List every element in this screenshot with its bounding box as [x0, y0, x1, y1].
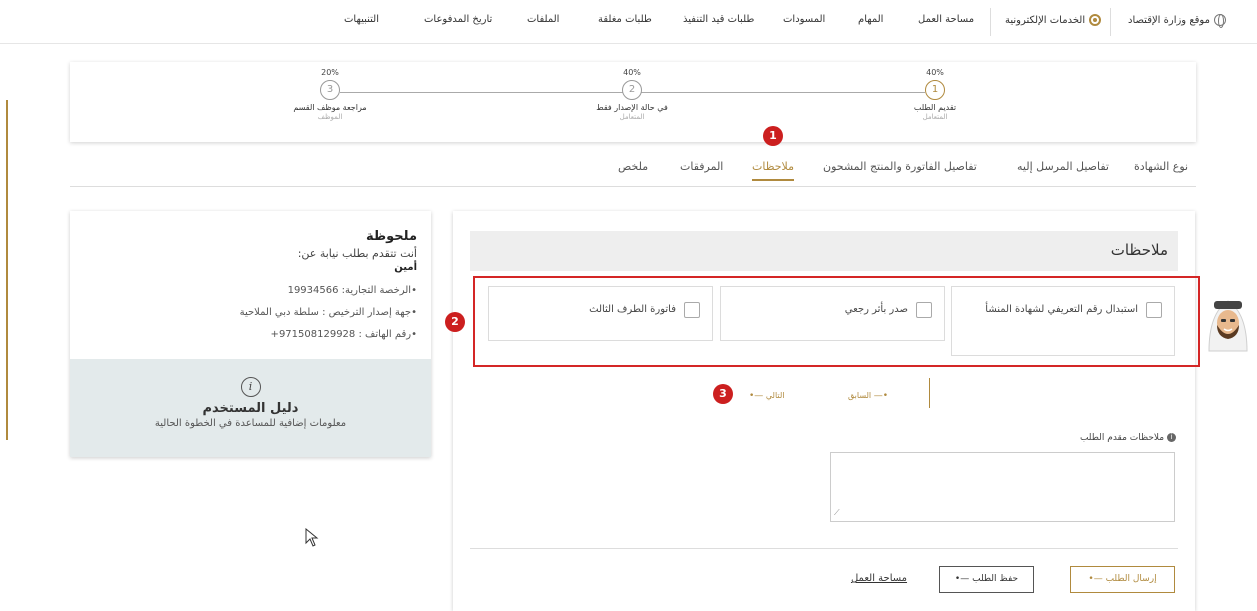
step-percent: 20% — [321, 68, 339, 77]
user-guide-desc: معلومات إضافية للمساعدة في الخطوة الحالي… — [154, 418, 347, 429]
step-role: المتعامل — [619, 113, 645, 121]
note-license-text: الرخصة التجارية: 19934566 — [287, 285, 412, 296]
user-guide-title: دليل المستخدم — [202, 401, 299, 416]
eservices-label: الخدمات الإلكترونية — [1005, 15, 1086, 26]
option-label: استبدال رقم التعريفي لشهادة المنشأ — [985, 304, 1138, 315]
assistant-avatar[interactable] — [1203, 293, 1253, 353]
mouse-cursor-icon — [305, 528, 319, 547]
option-replace-origin-id[interactable]: استبدال رقم التعريفي لشهادة المنشأ — [951, 286, 1175, 356]
send-label: إرسال الطلب — [1105, 574, 1157, 584]
tab-certificate-type[interactable]: نوع الشهادة — [1134, 160, 1188, 173]
notes-panel: ملاحظات استبدال رقم التعريفي لشهادة المن… — [453, 211, 1200, 611]
arrow-left-icon: —• — [749, 391, 764, 401]
option-label: فاتورة الطرف الثالث — [589, 304, 676, 315]
note-authority: •جهة إصدار الترخيص : سلطة دبي الملاحية — [239, 307, 417, 318]
next-button[interactable]: التالي —• — [749, 391, 784, 401]
note-card: ملحوظة أنت تتقدم بطلب نيابة عن: أمين •ال… — [70, 211, 431, 457]
step-name: في حالة الإصدار فقط — [596, 103, 668, 112]
step-name: تقديم الطلب — [913, 103, 957, 112]
step-name: مراجعة موظف القسم — [293, 103, 367, 112]
nav-closed[interactable]: طلبات مغلقة — [598, 14, 652, 25]
callout-marker-1: 1 — [763, 126, 783, 146]
tab-consignee-details[interactable]: تفاصيل المرسل إليه — [1017, 160, 1109, 173]
panel-title: ملاحظات — [1110, 241, 1168, 259]
nav-in-progress[interactable]: طلبات قيد التنفيذ — [683, 14, 754, 25]
note-license: •الرخصة التجارية: 19934566 — [287, 285, 417, 296]
resize-grip-icon[interactable]: ⟋ — [834, 508, 840, 518]
arrow-right-icon: •— — [873, 391, 888, 401]
top-navigation: موقع وزارة الإقتصاد الخدمات الإلكترونية … — [0, 0, 1257, 44]
note-phone-text: رقم الهاتف : 971508129928+ — [270, 329, 412, 340]
prev-button[interactable]: •— السابق — [848, 391, 888, 401]
save-label: حفظ الطلب — [972, 574, 1019, 584]
step-percent: 40% — [623, 68, 641, 77]
step-2: 40% 2 في حالة الإصدار فقط المتعامل — [572, 68, 692, 121]
nav-separator — [929, 378, 930, 408]
ministry-site-link[interactable]: موقع وزارة الإقتصاد — [1128, 14, 1226, 28]
nav-notifications[interactable]: التنبيهات — [344, 14, 379, 25]
nav-divider — [990, 8, 991, 36]
prev-label: السابق — [848, 391, 872, 400]
step-role: الموظف — [317, 113, 343, 121]
callout-marker-2: 2 — [445, 312, 465, 332]
step-number: 1 — [925, 80, 945, 100]
applicant-notes-textarea[interactable]: ⟋ — [830, 452, 1175, 522]
nav-files[interactable]: الملفات — [527, 14, 559, 25]
checkbox[interactable] — [916, 302, 932, 318]
note-applicant-name: أمين — [394, 262, 417, 273]
note-phone: •رقم الهاتف : 971508129928+ — [270, 329, 417, 340]
nav-payment-history[interactable]: تاريخ المدفوعات — [424, 14, 492, 25]
tab-notes[interactable]: ملاحظات — [752, 160, 794, 181]
arrow-icon: —• — [954, 574, 970, 584]
callout-marker-3: 3 — [713, 384, 733, 404]
globe-icon — [1213, 14, 1226, 28]
eservices-link[interactable]: الخدمات الإلكترونية — [1005, 14, 1102, 26]
checkbox[interactable] — [1146, 302, 1162, 318]
step-number: 3 — [320, 80, 340, 100]
info-icon: i — [240, 377, 261, 397]
user-guide[interactable]: i دليل المستخدم معلومات إضافية للمساعدة … — [70, 359, 431, 457]
workspace-link[interactable]: مساحة العمل — [849, 566, 909, 593]
step-1: 40% 1 تقديم الطلب المتعامل — [875, 68, 995, 121]
step-role: المتعامل — [922, 113, 948, 121]
note-on-behalf: أنت تتقدم بطلب نيابة عن: — [297, 247, 417, 260]
info-icon: i — [1167, 433, 1176, 442]
option-label: صدر بأثر رجعي — [844, 304, 908, 315]
checkbox[interactable] — [684, 302, 700, 318]
send-request-button[interactable]: إرسال الطلب —• — [1070, 566, 1175, 593]
applicant-notes-label: i ملاحظات مقدم الطلب — [1080, 433, 1176, 443]
applicant-notes-label-text: ملاحظات مقدم الطلب — [1079, 433, 1165, 443]
panel-header: ملاحظات — [470, 231, 1178, 271]
tab-attachments[interactable]: المرفقات — [680, 160, 723, 173]
step-number: 2 — [622, 80, 642, 100]
progress-steps: 40% 1 تقديم الطلب المتعامل 40% 2 في حالة… — [70, 62, 1196, 142]
ministry-site-label: موقع وزارة الإقتصاد — [1128, 15, 1210, 26]
left-accent-bar — [6, 100, 8, 440]
nav-tasks[interactable]: المهام — [858, 14, 883, 25]
nav-drafts[interactable]: المسودات — [783, 14, 825, 25]
tab-summary[interactable]: ملخص — [618, 160, 648, 173]
tab-invoice-product-details[interactable]: تفاصيل الفاتورة والمنتج المشحون — [823, 160, 977, 173]
note-authority-text: جهة إصدار الترخيص : سلطة دبي الملاحية — [239, 307, 412, 318]
step-percent: 40% — [926, 68, 944, 77]
option-retroactive[interactable]: صدر بأثر رجعي — [720, 286, 945, 341]
step-3: 20% 3 مراجعة موظف القسم الموظف — [270, 68, 390, 121]
nav-divider — [1110, 8, 1111, 36]
arrow-icon: —• — [1088, 574, 1103, 584]
tabs-divider — [70, 186, 1196, 187]
save-request-button[interactable]: حفظ الطلب —• — [939, 566, 1034, 593]
next-label: التالي — [765, 391, 785, 400]
nav-workspace[interactable]: مساحة العمل — [918, 14, 974, 25]
option-third-party-invoice[interactable]: فاتورة الطرف الثالث — [488, 286, 713, 341]
actions-divider — [470, 548, 1178, 549]
eservices-icon — [1089, 14, 1102, 26]
note-title: ملحوظة — [365, 229, 417, 244]
